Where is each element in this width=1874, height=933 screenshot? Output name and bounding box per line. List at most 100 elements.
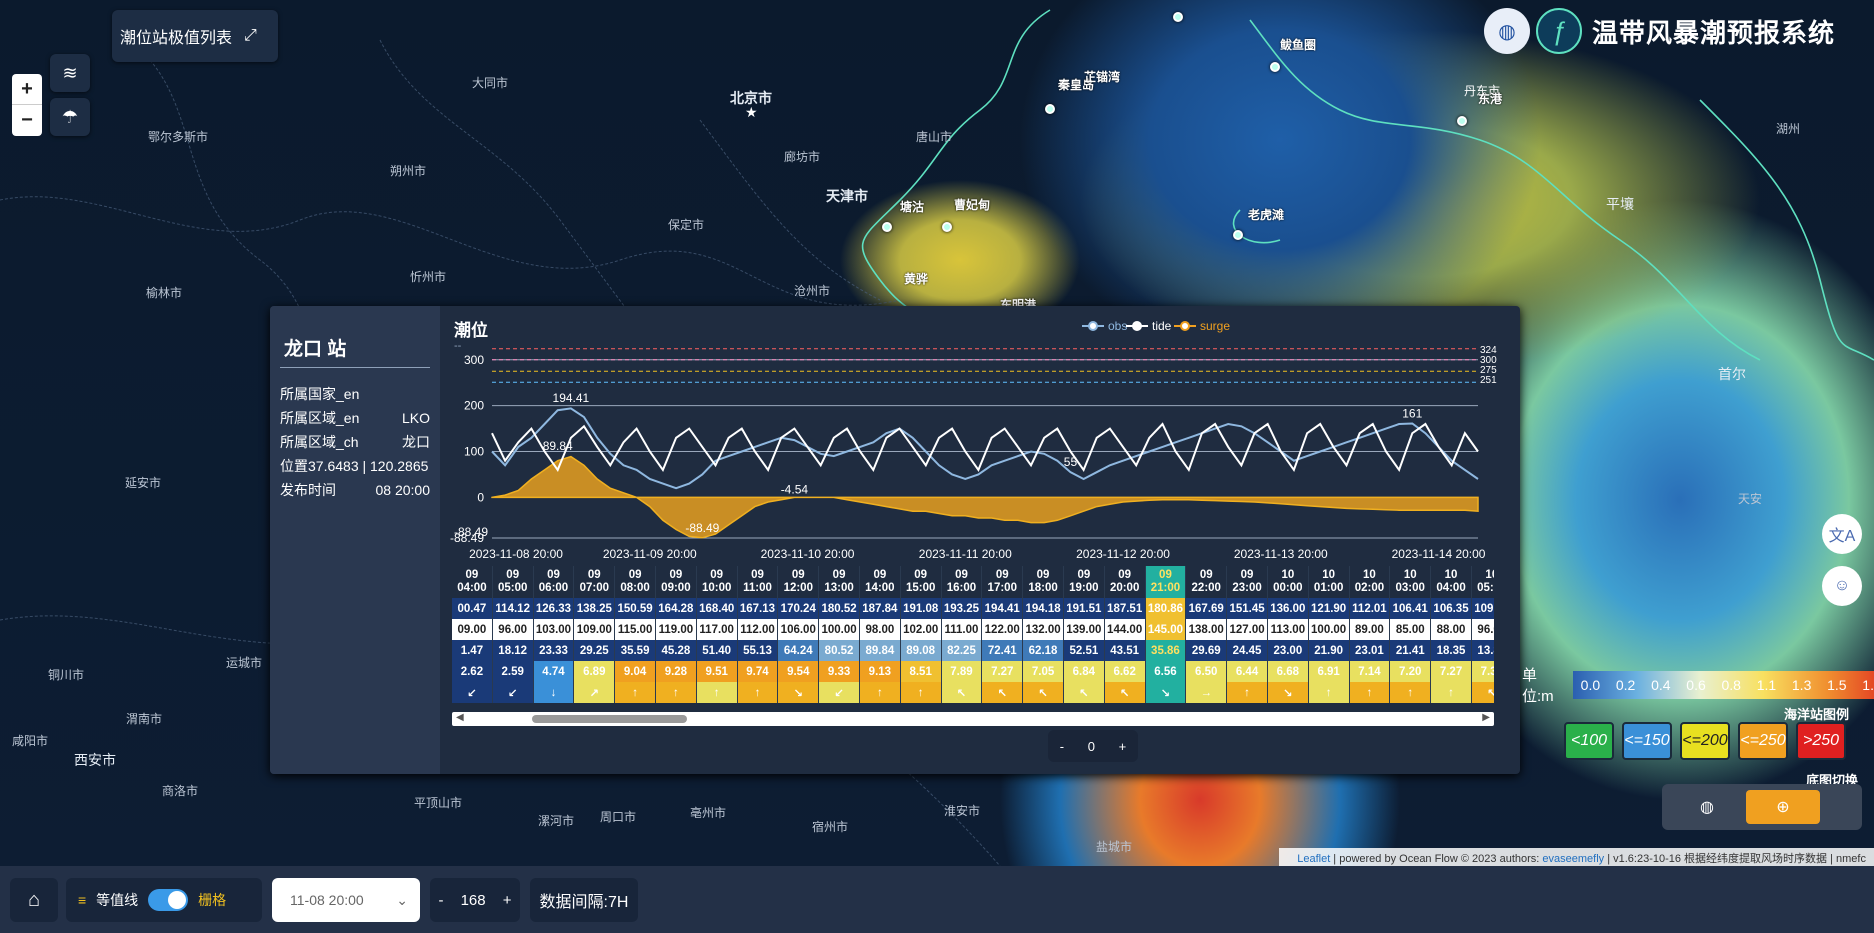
- table-cell: ↖: [1471, 682, 1494, 703]
- station-label: 黄骅: [904, 272, 929, 286]
- data-label: -4.54: [781, 482, 809, 496]
- y-tick-label: 0: [477, 490, 484, 504]
- storm-layer-button[interactable]: ☂: [50, 98, 90, 136]
- table-cell: 6.68: [1267, 661, 1309, 682]
- scroll-right-icon[interactable]: ▶: [1482, 712, 1490, 723]
- map-city: 天津市: [826, 188, 868, 204]
- table-cell: 7.27: [1431, 661, 1472, 682]
- table-cell: 193.25: [941, 598, 983, 619]
- table-cell: 100.00: [819, 619, 860, 640]
- x-tick-label: 2023-11-11 20:00: [919, 547, 1012, 561]
- waves-layer-button[interactable]: ≋: [50, 54, 90, 92]
- cloud-rain-icon: ☂: [61, 106, 79, 127]
- map-city: 天安: [1738, 492, 1763, 506]
- table-cell: 109.00: [574, 619, 616, 640]
- map-city: 唐山市: [916, 130, 953, 144]
- table-cell: ↙: [452, 682, 493, 703]
- station-marker[interactable]: [1045, 104, 1055, 114]
- ocean-legend-item[interactable]: <=150: [1622, 722, 1672, 760]
- station-marker[interactable]: [1457, 116, 1467, 126]
- basemap-satellite-option[interactable]: ⊕: [1746, 790, 1820, 824]
- scroll-thumb[interactable]: [532, 715, 687, 723]
- extreme-list-button[interactable]: 潮位站极值列表 ⤢: [112, 10, 278, 62]
- scroll-left-icon[interactable]: ◀: [456, 712, 464, 723]
- assistant-button[interactable]: ☺: [1822, 566, 1862, 606]
- station-marker[interactable]: [1233, 230, 1243, 240]
- zoom-in-button[interactable]: +: [12, 74, 42, 105]
- table-cell: ↘: [1267, 682, 1309, 703]
- table-cell: 9.54: [778, 661, 820, 682]
- map-city: 淮安市: [944, 804, 981, 818]
- table-cell: 106.35: [1431, 598, 1472, 619]
- table-row: 00.47 114.12 126.33 138.25 150.59 164.28 168.4…: [452, 598, 1494, 619]
- station-marker[interactable]: [1270, 62, 1280, 72]
- table-cell: 9.74: [737, 661, 779, 682]
- table-cell: 113.00: [1267, 619, 1309, 640]
- table-cell: 96.00: [1471, 619, 1494, 640]
- ocean-legend-item[interactable]: <=200: [1680, 722, 1730, 760]
- leaflet-link[interactable]: Leaflet: [1297, 853, 1330, 865]
- table-header-cell: 10 03:00: [1390, 566, 1432, 598]
- table-header-cell: 09 18:00: [1023, 566, 1064, 598]
- map-city: 朔州市: [390, 164, 427, 178]
- map-city: 西安市: [74, 752, 116, 768]
- table-cell: 167.13: [737, 598, 779, 619]
- layer-switch[interactable]: [148, 889, 189, 911]
- org-logo: ◍: [1484, 8, 1530, 54]
- home-button[interactable]: ⌂: [10, 878, 58, 922]
- offset-plus-button[interactable]: +: [1119, 739, 1127, 754]
- unit-tick: 0.2: [1615, 677, 1636, 693]
- table-cell: →: [1186, 682, 1228, 703]
- hours-plus-button[interactable]: +: [503, 892, 512, 909]
- offset-minus-button[interactable]: -: [1060, 739, 1064, 754]
- min-label: -88.49: [454, 525, 488, 539]
- ocean-legend-item[interactable]: <100: [1564, 722, 1614, 760]
- map-city: 渭南市: [126, 712, 163, 726]
- table-cell: 96.00: [492, 619, 534, 640]
- unit-gradient: 0.0 0.2 0.4 0.6 0.8 1.1 1.3 1.5 1.7: [1572, 671, 1874, 699]
- table-cell: ↑: [1349, 682, 1391, 703]
- date-select[interactable]: 11-08 20:00 ⌄: [272, 878, 420, 922]
- tide-chart-area: 潮位 -- obs tide surge -88.49 0 100 200 300 324…: [442, 306, 1520, 774]
- table-cell: ↘: [1145, 682, 1187, 703]
- unit-tick: 1.7: [1862, 677, 1874, 693]
- station-marker[interactable]: [1173, 12, 1183, 22]
- table-cell: 114.12: [492, 598, 534, 619]
- table-scrollbar[interactable]: ◀ ▶: [452, 712, 1494, 726]
- zoom-control: + −: [12, 74, 42, 136]
- table-header-cell: 09 17:00: [982, 566, 1024, 598]
- layer-toggle: ≡ 等值线 栅格: [66, 878, 262, 922]
- info-row: 发布时间 08 20:00: [280, 482, 430, 498]
- author-link[interactable]: evaseemefly: [1542, 853, 1604, 865]
- forecast-table: 09 04:00 09 05:00 09 06:00 09 07:00 09 08:00 09 09:…: [452, 566, 1494, 703]
- table-cell: 89.08: [900, 640, 942, 661]
- table-cell: 52.51: [1063, 640, 1105, 661]
- x-tick-label: 2023-11-09 20:00: [603, 547, 697, 561]
- table-cell: 89.84: [859, 640, 901, 661]
- table-cell: 194.18: [1023, 598, 1064, 619]
- station-marker[interactable]: [882, 222, 892, 232]
- zoom-out-button[interactable]: −: [12, 105, 42, 136]
- station-label: 老虎滩: [1248, 208, 1285, 222]
- data-label: 194.41: [553, 391, 590, 405]
- table-cell: 7.27: [982, 661, 1024, 682]
- table-header-cell: 10 00:00: [1268, 566, 1309, 598]
- translate-button[interactable]: 文A: [1822, 514, 1862, 554]
- table-header-cell: 09 04:00: [452, 566, 493, 598]
- table-cell: 106.00: [778, 619, 820, 640]
- table-cell: 9.13: [859, 661, 901, 682]
- station-marker[interactable]: [942, 222, 952, 232]
- map-attribution: Leaflet | powered by Ocean Flow © 2023 a…: [1279, 848, 1874, 866]
- basemap-dark-option[interactable]: ◍: [1670, 790, 1744, 824]
- hours-minus-button[interactable]: -: [439, 892, 444, 909]
- table-cell: ↑: [737, 682, 779, 703]
- offset-value[interactable]: 0: [1088, 739, 1095, 754]
- hours-value[interactable]: 168: [461, 892, 486, 909]
- ocean-legend-item[interactable]: >250: [1796, 722, 1846, 760]
- table-cell: ↑: [1227, 682, 1268, 703]
- table-cell: 43.51: [1104, 640, 1146, 661]
- tide-series: [491, 422, 1479, 473]
- threshold-label: 251: [1480, 375, 1497, 386]
- table-cell: ↘: [778, 682, 820, 703]
- ocean-legend-item[interactable]: <=250: [1738, 722, 1788, 760]
